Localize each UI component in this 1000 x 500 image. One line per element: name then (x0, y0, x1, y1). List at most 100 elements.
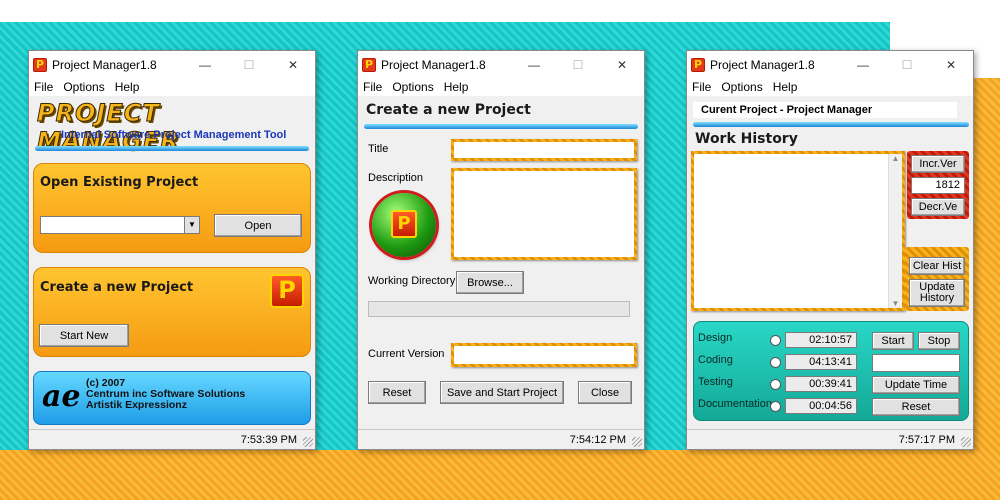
title-bar[interactable]: P Project Manager1.8 — ☐ ✕ (29, 51, 315, 78)
open-project-panel: Open Existing Project ▼ Open (33, 163, 311, 253)
app-subtitle: Internal Software Project Management Too… (61, 129, 287, 141)
task-time: 00:39:41 (785, 376, 857, 392)
task-radio[interactable] (770, 357, 781, 368)
update-time-button[interactable]: Update Time (872, 376, 960, 394)
minimize-icon[interactable]: — (841, 58, 885, 72)
project-logo-icon: P (270, 274, 304, 308)
decrement-version-button[interactable]: Decr.Ve (911, 198, 965, 216)
version-field[interactable]: 1812 (911, 177, 965, 194)
resize-grip-icon[interactable] (303, 437, 313, 447)
menu-options[interactable]: Options (721, 80, 762, 94)
page-title: Create a new Project (366, 102, 531, 118)
credits-text: (c) 2007 Centrum inc Software Solutions … (86, 378, 245, 411)
minimize-icon[interactable]: — (512, 58, 556, 72)
reset-button[interactable]: Reset (368, 381, 426, 404)
status-bar: 7:54:12 PM (358, 429, 644, 449)
title-bar[interactable]: P Project Manager1.8 — ☐ ✕ (687, 51, 973, 78)
status-bar: 7:53:39 PM (29, 429, 315, 449)
working-directory-path (368, 301, 630, 317)
current-version-field[interactable] (451, 343, 637, 367)
app-icon: P (691, 57, 705, 72)
project-logo-icon: P (391, 210, 417, 238)
close-icon[interactable]: ✕ (600, 58, 644, 72)
version-controls: Incr.Ver 1812 Decr.Ve (907, 151, 969, 219)
menu-file[interactable]: File (363, 80, 382, 94)
start-window: P Project Manager1.8 — ☐ ✕ File Options … (28, 50, 316, 450)
open-button[interactable]: Open (214, 214, 302, 237)
window-title: Project Manager1.8 (381, 57, 486, 72)
menu-bar: File Options Help (687, 78, 973, 96)
app-icon: P (33, 57, 47, 72)
task-label: Design (698, 332, 733, 344)
task-label: Testing (698, 376, 733, 388)
menu-options[interactable]: Options (63, 80, 104, 94)
status-bar: 7:57:17 PM (687, 429, 973, 449)
create-project-window: P Project Manager1.8 — ☐ ✕ File Options … (357, 50, 645, 450)
save-and-start-button[interactable]: Save and Start Project (440, 381, 564, 404)
project-globe-logo: P (372, 193, 436, 257)
task-label: Documentation (698, 398, 772, 410)
resize-grip-icon[interactable] (961, 437, 971, 447)
status-time: 7:53:39 PM (240, 434, 297, 446)
chevron-down-icon[interactable]: ▼ (184, 217, 199, 233)
update-history-button[interactable]: Update History (909, 279, 965, 307)
menu-help[interactable]: Help (773, 80, 798, 94)
work-history-window: P Project Manager1.8 — ☐ ✕ File Options … (686, 50, 974, 450)
task-radio[interactable] (770, 379, 781, 390)
scroll-down-icon[interactable]: ▼ (889, 299, 902, 308)
divider-bar (364, 124, 638, 129)
background-orange-bottom (0, 450, 1000, 500)
maximize-icon[interactable]: ☐ (556, 58, 600, 72)
close-button[interactable]: Close (578, 381, 632, 404)
menu-options[interactable]: Options (392, 80, 433, 94)
current-project-label: Curent Project - Project Manager (693, 102, 957, 118)
close-icon[interactable]: ✕ (929, 58, 973, 72)
maximize-icon[interactable]: ☐ (885, 58, 929, 72)
working-directory-label: Working Directory (368, 275, 456, 287)
close-icon[interactable]: ✕ (271, 58, 315, 72)
description-field[interactable] (451, 168, 637, 260)
title-label: Title (368, 143, 389, 155)
title-bar[interactable]: P Project Manager1.8 — ☐ ✕ (358, 51, 644, 78)
project-select[interactable]: ▼ (40, 216, 200, 234)
credits-panel: ae (c) 2007 Centrum inc Software Solutio… (33, 371, 311, 425)
company-logo: ae (42, 379, 81, 414)
maximize-icon[interactable]: ☐ (227, 58, 271, 72)
menu-bar: File Options Help (29, 78, 315, 96)
description-label: Description (368, 172, 424, 184)
resize-grip-icon[interactable] (632, 437, 642, 447)
credits-line: Artistik Expressionz (86, 399, 187, 411)
minimize-icon[interactable]: — (183, 58, 227, 72)
task-radio[interactable] (770, 401, 781, 412)
timer-field[interactable] (872, 354, 960, 372)
scroll-up-icon[interactable]: ▲ (889, 154, 902, 163)
increment-version-button[interactable]: Incr.Ver (911, 155, 965, 173)
menu-file[interactable]: File (692, 80, 711, 94)
start-timer-button[interactable]: Start (872, 332, 914, 350)
new-project-panel: Create a new Project P Start New (33, 267, 311, 357)
task-time: 02:10:57 (785, 332, 857, 348)
task-time: 00:04:56 (785, 398, 857, 414)
menu-file[interactable]: File (34, 80, 53, 94)
menu-help[interactable]: Help (444, 80, 469, 94)
stop-timer-button[interactable]: Stop (918, 332, 960, 350)
title-field[interactable] (451, 139, 637, 161)
divider-bar (35, 146, 309, 151)
menu-help[interactable]: Help (115, 80, 140, 94)
status-time: 7:54:12 PM (569, 434, 626, 446)
history-textarea[interactable]: ▲ ▼ (691, 151, 905, 311)
task-radio[interactable] (770, 335, 781, 346)
status-time: 7:57:17 PM (898, 434, 955, 446)
time-tracking-panel: Design 02:10:57 Coding 04:13:41 Testing … (693, 321, 969, 421)
reset-timer-button[interactable]: Reset (872, 398, 960, 416)
divider-bar (693, 122, 969, 127)
window-title: Project Manager1.8 (710, 57, 815, 72)
history-controls: Clear Hist Update History (905, 247, 969, 311)
page-top-gap (0, 0, 1000, 22)
clear-history-button[interactable]: Clear Hist (909, 257, 965, 275)
start-new-button[interactable]: Start New (39, 324, 129, 347)
browse-button[interactable]: Browse... (456, 271, 524, 294)
current-version-label: Current Version (368, 348, 445, 360)
history-scrollbar[interactable]: ▲ ▼ (888, 154, 902, 308)
task-time: 04:13:41 (785, 354, 857, 370)
